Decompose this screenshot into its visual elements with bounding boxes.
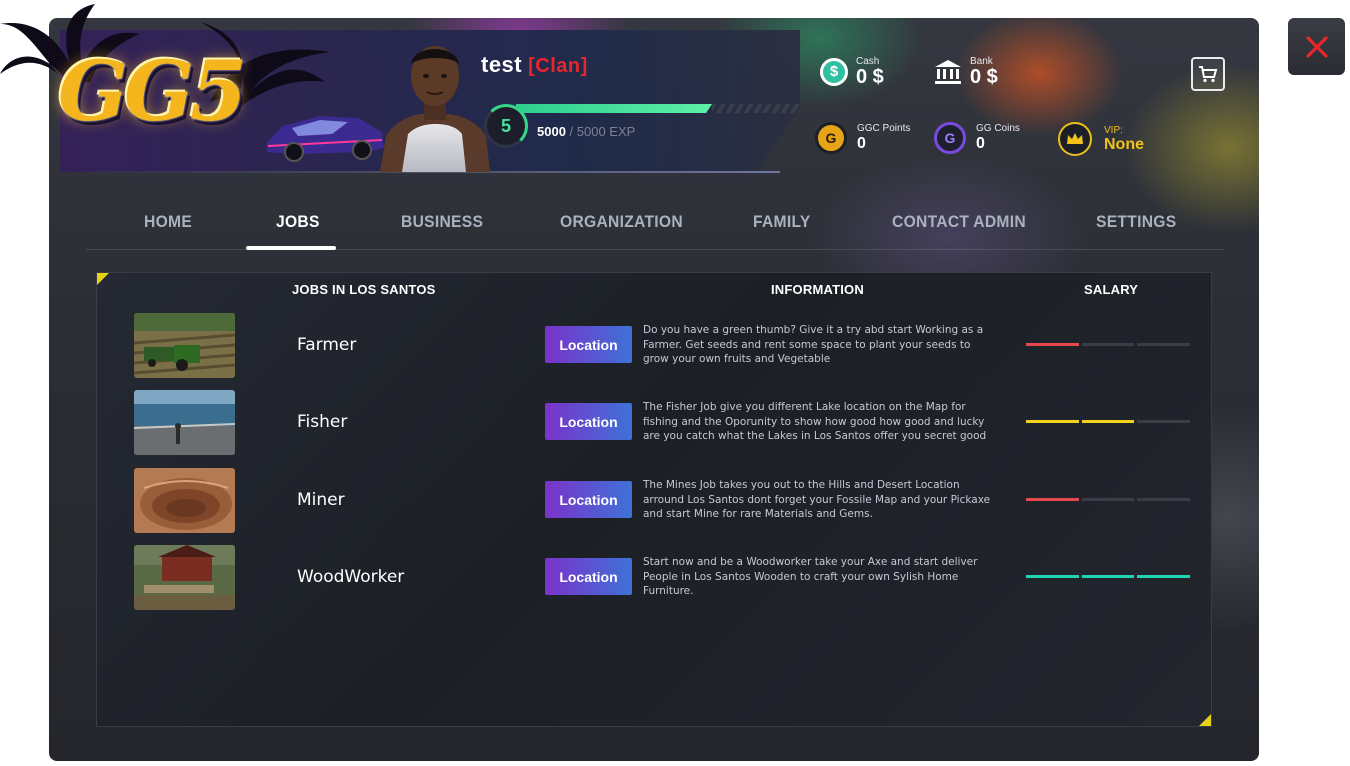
tab-home[interactable]: HOME (144, 212, 192, 232)
player-name: test [Clan] (481, 52, 588, 78)
salary-segment (1137, 420, 1191, 423)
tab-contact-admin[interactable]: CONTACT ADMIN (892, 212, 1026, 232)
job-thumbnail-farmer (134, 313, 235, 378)
close-x-icon (1305, 35, 1328, 58)
salary-segment (1081, 575, 1135, 578)
location-button[interactable]: Location (545, 558, 632, 595)
tab-business[interactable]: BUSINESS (401, 212, 483, 232)
column-header-information: INFORMATION (771, 282, 864, 297)
salary-segment (1137, 498, 1191, 501)
ggc-points-label: GGC Points (857, 122, 911, 134)
xp-bar-stripes (712, 104, 800, 113)
tab-settings[interactable]: SETTINGS (1096, 212, 1176, 232)
tab-family[interactable]: FAMILY (753, 212, 811, 232)
ggc-points-stat: G GGC Points 0 (815, 122, 910, 154)
gg5-logo: GG5 (0, 4, 384, 174)
location-button[interactable]: Location (545, 326, 632, 363)
level-badge: 5 (484, 104, 528, 148)
cash-coin-icon: $ (820, 57, 848, 86)
salary-segment (1137, 343, 1191, 346)
vip-stat: VIP: None (1058, 122, 1144, 156)
level-number: 5 (500, 115, 511, 136)
job-thumbnail-woodworker (134, 545, 235, 610)
job-thumbnail-miner (134, 468, 235, 533)
bank-stat: Bank 0 $ (934, 56, 998, 87)
salary-segment (1081, 498, 1135, 501)
sports-car-image (266, 116, 384, 162)
shopping-cart-icon (1199, 66, 1218, 83)
tab-jobs[interactable]: JOBS (276, 212, 320, 232)
cash-value: 0 $ (856, 66, 884, 88)
xp-current: 5000 (537, 124, 566, 139)
column-header-salary: SALARY (1084, 282, 1139, 297)
corner-accent-top-left (97, 273, 109, 285)
job-name: Fisher (297, 412, 348, 432)
job-name: WoodWorker (297, 567, 405, 587)
player-avatar (380, 46, 490, 172)
job-thumbnail-fisher (134, 390, 235, 455)
vip-value: None (1104, 135, 1144, 153)
job-row: WoodWorker Location Start now and be a W… (96, 545, 1212, 623)
salary-segment (1026, 575, 1079, 578)
bank-value: 0 $ (970, 66, 998, 88)
job-row: Fisher Location The Fisher Job give you … (96, 390, 1212, 468)
xp-readout: 5000 / 5000 EXP (537, 124, 635, 139)
salary-meter (1026, 343, 1191, 346)
active-tab-indicator (246, 246, 336, 250)
job-description: The Mines Job takes you out to the Hills… (643, 479, 991, 521)
job-row: Farmer Location Do you have a green thum… (96, 313, 1212, 391)
ggc-points-icon: G (815, 122, 847, 154)
column-header-jobs: JOBS IN LOS SANTOS (292, 282, 436, 297)
salary-segment (1081, 343, 1135, 346)
job-description: Do you have a green thumb? Give it a try… (643, 324, 984, 366)
salary-segment (1026, 498, 1079, 501)
salary-meter (1026, 498, 1191, 501)
cash-stat: $ Cash 0 $ (820, 56, 884, 87)
xp-max: / 5000 EXP (569, 124, 636, 139)
logo-text: GG5 (58, 44, 247, 140)
tab-organization[interactable]: ORGANIZATION (560, 212, 683, 232)
salary-segment (1026, 343, 1079, 346)
gg-coins-icon: G (934, 122, 966, 154)
close-button[interactable] (1288, 18, 1345, 75)
ggc-points-value: 0 (857, 134, 866, 152)
job-row: Miner Location The Mines Job takes you o… (96, 468, 1212, 546)
salary-meter (1026, 575, 1191, 578)
salary-segment (1137, 575, 1191, 578)
salary-segment (1081, 420, 1135, 423)
shop-cart-button[interactable] (1191, 57, 1225, 91)
job-name: Miner (297, 490, 345, 510)
job-name: Farmer (297, 335, 357, 355)
vip-label: VIP: (1104, 124, 1123, 136)
crown-icon (1058, 122, 1092, 156)
main-nav: HOME JOBS BUSINESS ORGANIZATION FAMILY C… (86, 192, 1224, 254)
xp-progress-bar (516, 104, 712, 113)
salary-meter (1026, 420, 1191, 423)
gg-coins-label: GG Coins (976, 122, 1020, 134)
bank-icon (935, 59, 961, 84)
gg-coins-stat: G GG Coins 0 (934, 122, 1020, 154)
location-button[interactable]: Location (545, 481, 632, 518)
player-name-text: test (481, 52, 523, 77)
corner-accent-bottom-right (1199, 714, 1211, 726)
salary-segment (1026, 420, 1079, 423)
gg-coins-value: 0 (976, 134, 985, 152)
xp-progress-fill (516, 104, 712, 113)
job-description: The Fisher Job give you different Lake l… (643, 401, 987, 443)
clan-tag: [Clan] (528, 55, 588, 77)
location-button[interactable]: Location (545, 403, 632, 440)
job-description: Start now and be a Woodworker take your … (643, 556, 978, 598)
